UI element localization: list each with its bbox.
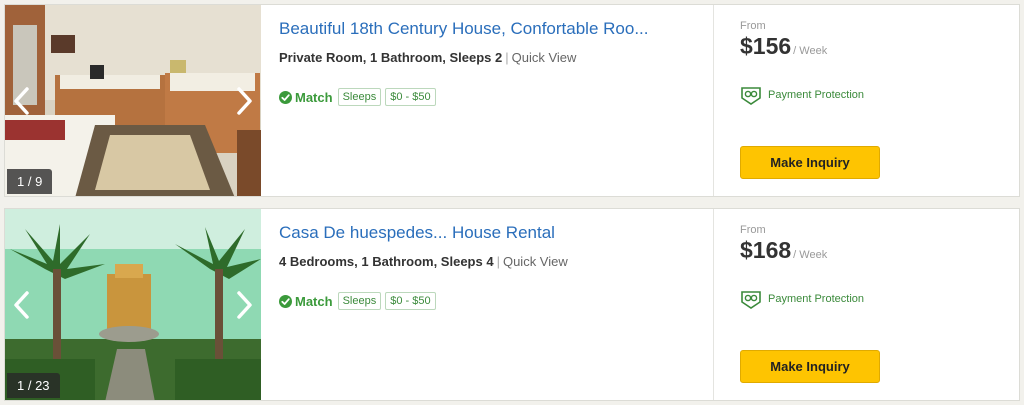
payment-protection-icon [741, 291, 761, 309]
listing-title-link[interactable]: Beautiful 18th Century House, Confortabl… [279, 19, 649, 39]
payment-protection-label: Payment Protection [768, 89, 864, 101]
listing-card: 1 / 9 Beautiful 18th Century House, Conf… [4, 4, 1020, 197]
photo-counter: 1 / 23 [7, 373, 60, 398]
listing-title-link[interactable]: Casa De huespedes... House Rental [279, 223, 555, 243]
make-inquiry-button[interactable]: Make Inquiry [740, 350, 880, 383]
separator: | [505, 50, 509, 65]
listing-meta: Private Room, 1 Bathroom, Sleeps 2 | Quick… [279, 50, 576, 65]
listing-features: Private Room, 1 Bathroom, Sleeps 2 [279, 50, 503, 65]
listing-meta: 4 Bedrooms, 1 Bathroom, Sleeps 4 | Quick V… [279, 254, 568, 269]
price-amount: $168 [740, 237, 792, 263]
chevron-right-icon [237, 86, 252, 115]
listing-card: 1 / 23 Casa De huespedes... House Rental… [4, 208, 1020, 401]
price-period: / Week [793, 45, 828, 57]
price: $156/ Week [740, 33, 827, 60]
price-period: / Week [793, 249, 828, 261]
payment-protection-label: Payment Protection [768, 293, 864, 305]
bedroom-photo [5, 5, 261, 196]
match-indicator: Match [279, 90, 333, 105]
previous-photo-button[interactable] [7, 285, 37, 325]
quick-view-link[interactable]: Quick View [512, 50, 577, 65]
photo-counter: 1 / 9 [7, 169, 53, 194]
payment-protection-icon [741, 87, 761, 105]
price-amount: $156 [740, 33, 792, 59]
tag-sleeps: Sleeps [337, 292, 382, 310]
price-column: From $156/ Week Payment Protection Make … [713, 5, 1019, 196]
match-label: Match [295, 293, 333, 309]
listing-photo[interactable]: 1 / 23 [5, 209, 261, 400]
payment-protection: Payment Protection [740, 85, 864, 105]
check-circle-icon [279, 90, 292, 104]
listing-photo[interactable]: 1 / 9 [5, 5, 261, 196]
tag-price-range: $0 - $50 [385, 88, 436, 106]
garden-photo [5, 209, 261, 400]
separator: | [496, 254, 500, 269]
from-label: From [740, 224, 766, 236]
quick-view-link[interactable]: Quick View [503, 254, 568, 269]
next-photo-button[interactable] [229, 81, 259, 121]
match-badges: Match Sleeps $0 - $50 [279, 88, 440, 106]
price: $168/ Week [740, 237, 827, 264]
match-label: Match [295, 89, 333, 105]
listing-info: Beautiful 18th Century House, Confortabl… [277, 5, 713, 196]
make-inquiry-button[interactable]: Make Inquiry [740, 146, 880, 179]
chevron-left-icon [14, 290, 29, 319]
match-badges: Match Sleeps $0 - $50 [279, 292, 440, 310]
match-indicator: Match [279, 294, 333, 309]
tag-sleeps: Sleeps [337, 88, 382, 106]
previous-photo-button[interactable] [7, 81, 37, 121]
chevron-right-icon [237, 290, 252, 319]
next-photo-button[interactable] [229, 285, 259, 325]
chevron-left-icon [14, 86, 29, 115]
listing-results: 1 / 9 Beautiful 18th Century House, Conf… [0, 0, 1024, 405]
price-column: From $168/ Week Payment Protection Make … [713, 209, 1019, 400]
listing-features: 4 Bedrooms, 1 Bathroom, Sleeps 4 [279, 254, 494, 269]
listing-info: Casa De huespedes... House Rental 4 Bedr… [277, 209, 713, 400]
tag-price-range: $0 - $50 [385, 292, 436, 310]
from-label: From [740, 20, 766, 32]
check-circle-icon [279, 294, 292, 308]
payment-protection: Payment Protection [740, 289, 864, 309]
